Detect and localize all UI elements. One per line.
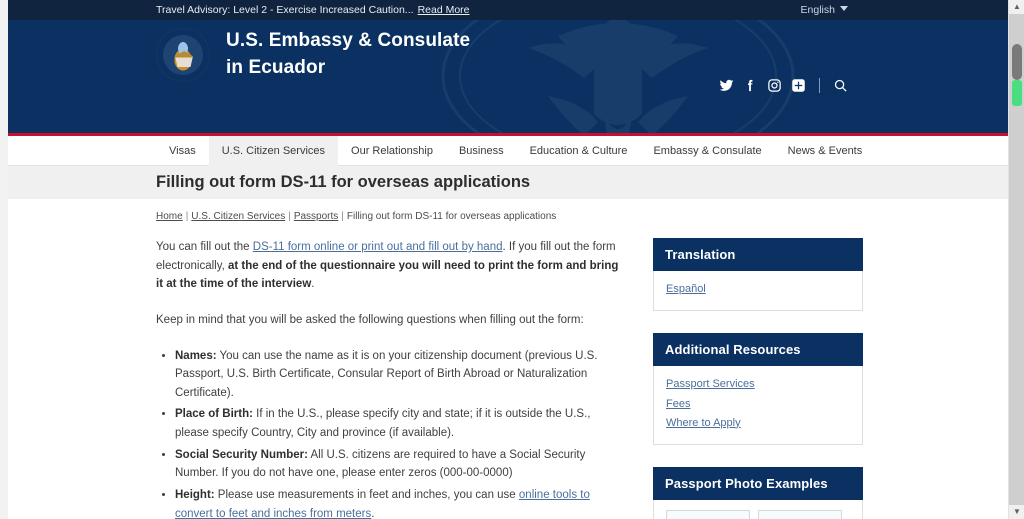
main-navigation-items: Visas U.S. Citizen Services Our Relationsh… (156, 136, 875, 166)
site-brand[interactable]: U.S. Embassy & Consulate in Ecuador (156, 28, 470, 82)
passport-photo-row (653, 500, 863, 519)
travel-advisory-text: Travel Advisory: Level 2 - Exercise Incr… (156, 0, 470, 20)
social-links (719, 78, 848, 93)
language-selector-label: English (800, 4, 835, 16)
resource-link-fees[interactable]: Fees (666, 395, 850, 414)
widget-translation-title: Translation (653, 238, 863, 271)
article-bullet-item: Names: You can use the name as it is on … (175, 347, 626, 403)
passport-photo-example-male[interactable] (666, 510, 750, 519)
scroll-down-arrow-icon[interactable]: ▼ (1009, 505, 1024, 519)
resource-link-where-to-apply[interactable]: Where to Apply (666, 414, 850, 433)
breadcrumb-link-2[interactable]: Passports (294, 211, 338, 222)
translation-link-espa-ol[interactable]: Español (666, 280, 850, 299)
nav-item-education-culture[interactable]: Education & Culture (517, 136, 641, 166)
flickr-plus-icon[interactable] (791, 78, 806, 93)
site-masthead: U.S. Embassy & Consulate in Ecuador (8, 20, 1008, 136)
widget-passport-photo-examples: Passport Photo Examples (653, 467, 863, 519)
resource-link-passport-services[interactable]: Passport Services (666, 375, 850, 394)
ds11-form-link[interactable]: DS-11 form online or print out and fill … (253, 241, 503, 253)
article-p1-end: . (311, 278, 315, 291)
main-navigation: Visas U.S. Citizen Services Our Relationsh… (8, 136, 1008, 166)
bullet-text: Please use measurements in feet and inch… (214, 488, 519, 501)
sidebar: Translation Español Additional Resources… (653, 238, 863, 519)
nav-item-u-s-citizen-services[interactable]: U.S. Citizen Services (208, 136, 339, 166)
breadcrumb-separator: | (288, 211, 291, 222)
travel-advisory-bar: Travel Advisory: Level 2 - Exercise Incr… (8, 0, 1008, 20)
search-icon[interactable] (833, 78, 848, 93)
bullet-term: Place of Birth: (175, 408, 253, 421)
nav-item-visas[interactable]: Visas (156, 136, 209, 166)
article-paragraph-1: You can fill out the DS-11 form online o… (156, 238, 626, 294)
breadcrumb-separator: | (185, 211, 189, 222)
widget-additional-resources-title: Additional Resources (653, 333, 863, 367)
nav-item-embassy-consulate[interactable]: Embassy & Consulate (640, 136, 774, 166)
article-p1-pre: You can fill out the (156, 241, 253, 253)
scrollbar-thumb[interactable] (1012, 44, 1022, 80)
bullet-text: You can use the name as it is on your ci… (175, 349, 598, 399)
scroll-up-arrow-icon[interactable]: ▲ (1009, 0, 1024, 14)
site-content: Travel Advisory: Level 2 - Exercise Incr… (8, 0, 1008, 519)
widget-translation: Translation Español (653, 238, 863, 312)
article-bullet-item: Social Security Number: All U.S. citizen… (175, 446, 626, 483)
widget-translation-links: Español (653, 271, 863, 312)
breadcrumb-link-1[interactable]: U.S. Citizen Services (191, 211, 285, 222)
bullet-term: Height: (175, 488, 215, 501)
page-title-band: Filling out form DS-11 for overseas appl… (8, 166, 1008, 199)
travel-advisory-label: Travel Advisory: Level 2 - Exercise Incr… (156, 4, 414, 16)
article-paragraph-2: Keep in mind that you will be asked the … (156, 313, 584, 326)
nav-item-business[interactable]: Business (446, 136, 517, 166)
article-bullet-item: Place of Birth: If in the U.S., please s… (175, 405, 626, 442)
widget-additional-resources: Additional Resources Passport Services Fe… (653, 333, 863, 445)
browser-page: Travel Advisory: Level 2 - Exercise Incr… (0, 0, 1024, 519)
social-divider (819, 78, 820, 93)
site-brand-line1: U.S. Embassy & Consulate (226, 30, 471, 52)
scrollbar-find-marker (1012, 80, 1022, 106)
nav-item-news-events[interactable]: News & Events (775, 136, 876, 166)
breadcrumb-separator: | (341, 211, 344, 222)
bullet-term: Names: (175, 349, 217, 362)
department-of-state-seal-icon (156, 28, 210, 82)
site-brand-line2: in Ecuador (226, 57, 326, 78)
travel-advisory-read-more-link[interactable]: Read More (418, 4, 470, 16)
breadcrumb-link-0[interactable]: Home (156, 211, 183, 222)
nav-item-our-relationship[interactable]: Our Relationship (338, 136, 446, 166)
widget-passport-photo-title: Passport Photo Examples (653, 467, 863, 500)
chevron-down-icon (840, 6, 848, 11)
bullet-text-after: . (371, 507, 375, 519)
passport-photo-example-female[interactable] (758, 510, 842, 519)
language-selector[interactable]: English (801, 0, 848, 20)
vertical-scrollbar[interactable]: ▲ ▼ (1008, 0, 1024, 519)
article-bullet-item: Height: Please use measurements in feet … (175, 486, 626, 519)
site-brand-name: U.S. Embassy & Consulate in Ecuador (226, 28, 470, 82)
widget-additional-resources-links: Passport Services Fees Where to Apply (653, 366, 863, 445)
instagram-icon[interactable] (767, 78, 782, 93)
page-left-gutter (0, 0, 8, 519)
article-bullet-list: Names: You can use the name as it is on … (156, 347, 626, 519)
article-body: You can fill out the DS-11 form online o… (156, 238, 626, 519)
twitter-icon[interactable] (719, 78, 734, 93)
facebook-icon[interactable] (743, 78, 758, 93)
bullet-term: Social Security Number: (175, 448, 308, 461)
breadcrumb: Home | U.S. Citizen Services | Passports | Fil… (156, 211, 556, 222)
breadcrumb-current: Filling out form DS-11 for overseas appl… (346, 211, 557, 222)
page-title: Filling out form DS-11 for overseas appl… (156, 173, 531, 191)
